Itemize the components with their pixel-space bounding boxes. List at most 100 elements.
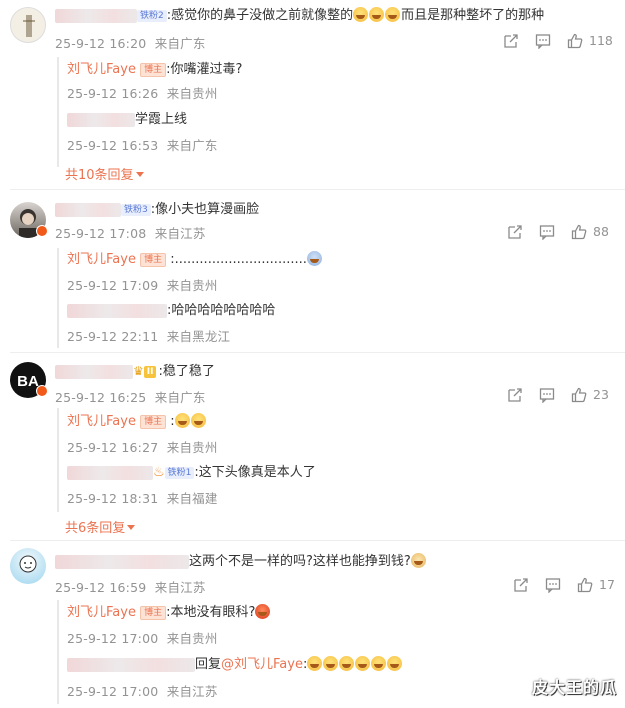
laugh-emoji-icon bbox=[385, 7, 401, 22]
reply-list: 刘飞儿Faye 博主:你嘴灌过毒? 25-9-12 16:26 来自贵州 学霞上… bbox=[57, 57, 615, 167]
doge-emoji-icon bbox=[410, 553, 426, 568]
reply-author[interactable]: 刘飞儿Faye bbox=[67, 605, 136, 620]
share-icon[interactable] bbox=[513, 577, 529, 593]
laugh-emoji-icon bbox=[369, 7, 385, 22]
reply-item: 学霞上线 bbox=[67, 111, 187, 129]
watermark: 皮大王的瓜 bbox=[531, 678, 617, 697]
reply-author[interactable]: 刘飞儿Faye bbox=[67, 414, 136, 429]
comment-text: :稳了稳了 bbox=[158, 364, 215, 379]
blurred-username[interactable] bbox=[55, 8, 137, 23]
timestamp: 25-9-12 17:08 bbox=[55, 226, 147, 241]
fan-badge: 铁粉1 bbox=[164, 466, 195, 479]
timestamp: 25-9-12 16:27 bbox=[67, 440, 159, 455]
reply-meta: 25-9-12 17:00 来自贵州 bbox=[67, 628, 218, 647]
reply-item: :哈哈哈哈哈哈哈哈 bbox=[67, 302, 275, 320]
like-count: 88 bbox=[593, 224, 609, 239]
crown-icon: ♛ bbox=[133, 364, 144, 378]
reply-text: : bbox=[170, 414, 175, 429]
reply-item: 刘飞儿Faye 博主:本地没有眼科? bbox=[67, 604, 271, 622]
blurred-username[interactable] bbox=[55, 554, 189, 569]
reply-list: 刘飞儿Faye 博主 :............................… bbox=[57, 248, 615, 348]
blurred-username[interactable] bbox=[55, 364, 133, 379]
comment-icon[interactable] bbox=[539, 387, 555, 403]
comment-text: 这两个不是一样的吗?这样也能挣到钱? bbox=[189, 554, 411, 569]
location: 来自广东 bbox=[154, 36, 206, 51]
timestamp: 25-9-12 16:26 bbox=[67, 86, 159, 101]
comment-icon[interactable] bbox=[545, 577, 561, 593]
host-badge: 博主 bbox=[140, 252, 167, 267]
timestamp: 25-9-12 22:11 bbox=[67, 329, 159, 344]
reply-text: :本地没有眼科? bbox=[166, 605, 256, 620]
reply-author[interactable]: 刘飞儿Faye bbox=[67, 62, 136, 77]
like-icon[interactable] bbox=[577, 577, 593, 593]
reply-prefix: 回复 bbox=[195, 657, 222, 672]
divider bbox=[10, 352, 625, 353]
timestamp: 25-9-12 17:00 bbox=[67, 684, 159, 699]
reply-meta: 25-9-12 16:53 来自广东 bbox=[67, 135, 218, 154]
like-icon[interactable] bbox=[567, 33, 583, 49]
reply-text: :你嘴灌过毒? bbox=[166, 62, 243, 77]
location: 来自贵州 bbox=[166, 278, 218, 293]
comment-meta: 25-9-12 17:08 来自江苏 bbox=[55, 223, 206, 242]
like-count: 118 bbox=[589, 33, 613, 48]
more-replies-link[interactable]: 共10条回复 bbox=[65, 164, 144, 183]
avatar[interactable] bbox=[10, 548, 46, 584]
location: 来自广东 bbox=[154, 390, 206, 405]
reply-item: 刘飞儿Faye 博主:你嘴灌过毒? bbox=[67, 61, 242, 79]
comment-header: 这两个不是一样的吗?这样也能挣到钱? bbox=[55, 553, 427, 571]
blurred-username[interactable] bbox=[67, 657, 195, 672]
blush-emoji-icon bbox=[174, 413, 190, 428]
reply-meta: 25-9-12 16:27 来自贵州 bbox=[67, 437, 218, 456]
like-icon[interactable] bbox=[571, 224, 587, 240]
like-icon[interactable] bbox=[571, 387, 587, 403]
share-icon[interactable] bbox=[507, 224, 523, 240]
chevron-down-icon bbox=[127, 525, 136, 530]
cry-laugh-emoji-icon bbox=[323, 656, 339, 671]
reply-meta: 25-9-12 16:26 来自贵州 bbox=[67, 83, 218, 102]
divider bbox=[10, 189, 625, 190]
timestamp: 25-9-12 16:25 bbox=[55, 390, 147, 405]
comment-icon[interactable] bbox=[535, 33, 551, 49]
reply-text: :哈哈哈哈哈哈哈哈 bbox=[167, 303, 276, 318]
cry-laugh-emoji-icon bbox=[355, 656, 371, 671]
reply-author[interactable]: 刘飞儿Faye bbox=[67, 252, 136, 267]
timestamp: 25-9-12 17:00 bbox=[67, 631, 159, 646]
avatar[interactable] bbox=[10, 7, 46, 43]
mention-link[interactable]: @刘飞儿Faye bbox=[221, 657, 303, 672]
blurred-username[interactable] bbox=[55, 202, 121, 217]
location: 来自江苏 bbox=[154, 226, 206, 241]
location: 来自黑龙江 bbox=[166, 329, 231, 344]
more-replies-link[interactable]: 共6条回复 bbox=[65, 517, 136, 536]
comment-text: :感觉你的鼻子没做之前就像整的 而且是那种整坏了的那种 bbox=[166, 7, 545, 23]
vip-badge-icon bbox=[36, 385, 48, 397]
reply-item: 回复@刘飞儿Faye: bbox=[67, 656, 403, 674]
share-icon[interactable] bbox=[507, 387, 523, 403]
reply-item: ♨ 铁粉1:这下头像真是本人了 bbox=[67, 464, 316, 482]
location: 来自贵州 bbox=[166, 440, 218, 455]
timestamp: 25-9-12 16:20 bbox=[55, 36, 147, 51]
share-icon[interactable] bbox=[503, 33, 519, 49]
timestamp: 25-9-12 16:53 bbox=[67, 138, 159, 153]
comment-meta: 25-9-12 16:25 来自广东 bbox=[55, 387, 206, 406]
blush-emoji-icon bbox=[190, 413, 206, 428]
blurred-username[interactable] bbox=[67, 112, 135, 127]
reply-text: :这下头像真是本人了 bbox=[194, 465, 316, 480]
like-count: 17 bbox=[599, 577, 615, 592]
blurred-username[interactable] bbox=[67, 465, 153, 480]
comment-text: :像小夫也算漫画脸 bbox=[150, 202, 260, 217]
host-badge: 博主 bbox=[140, 414, 167, 429]
level-badge: II bbox=[143, 365, 157, 378]
comment-header: 铁粉2:感觉你的鼻子没做之前就像整的 而且是那种整坏了的那种 bbox=[55, 7, 544, 25]
location: 来自江苏 bbox=[166, 684, 218, 699]
location: 来自贵州 bbox=[166, 631, 218, 646]
laugh-emoji-icon bbox=[353, 7, 369, 22]
reply-text: :................................ bbox=[170, 252, 307, 267]
blurred-username[interactable] bbox=[67, 303, 167, 318]
reply-meta: 25-9-12 18:31 来自福建 bbox=[67, 488, 218, 507]
timestamp: 25-9-12 17:09 bbox=[67, 278, 159, 293]
comment-meta: 25-9-12 16:20 来自广东 bbox=[55, 33, 206, 52]
timestamp: 25-9-12 16:59 bbox=[55, 580, 147, 595]
host-badge: 博主 bbox=[140, 62, 167, 77]
cry-laugh-emoji-icon bbox=[307, 656, 323, 671]
comment-icon[interactable] bbox=[539, 224, 555, 240]
